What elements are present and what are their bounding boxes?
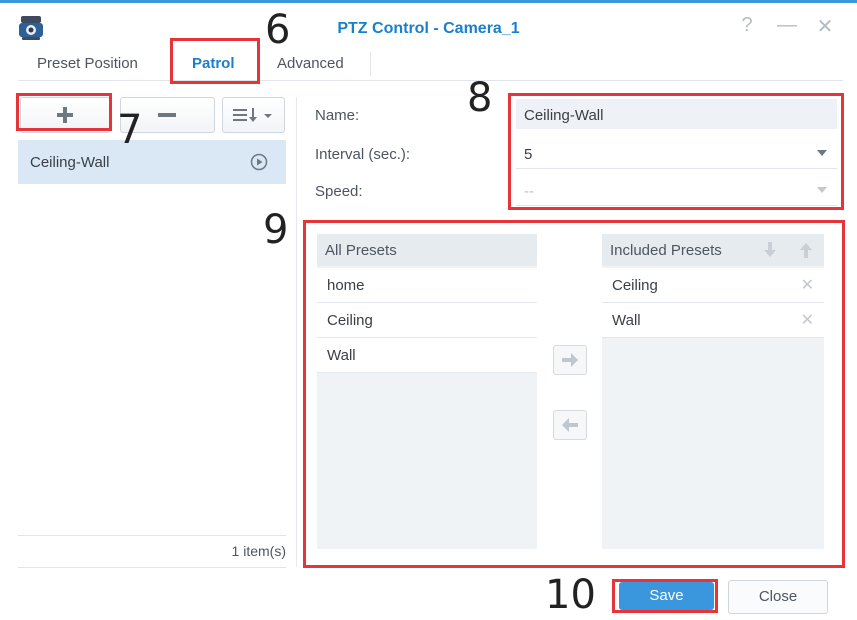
interval-label: Interval (sec.): [315, 146, 411, 163]
sort-button[interactable] [222, 97, 285, 133]
callout-number: 9 [263, 207, 289, 253]
callout-number: 6 [265, 7, 291, 53]
tab-separator [370, 52, 371, 76]
list-item-patrol[interactable]: Ceiling-Wall [18, 140, 286, 184]
play-circle-icon[interactable] [250, 153, 268, 171]
sort-icon [233, 108, 272, 122]
tabs-divider [18, 80, 843, 81]
close-button[interactable]: Close [728, 580, 828, 614]
patrol-name-label: Ceiling-Wall [30, 154, 110, 171]
minimize-button[interactable]: — [775, 14, 799, 37]
window-title: PTZ Control - Camera_1 [337, 20, 520, 37]
name-label: Name: [315, 107, 360, 124]
tab-preset-position[interactable]: Preset Position [37, 55, 138, 72]
callout-frame [612, 579, 718, 613]
callout-number: 8 [467, 75, 493, 121]
tab-advanced[interactable]: Advanced [277, 55, 344, 72]
help-button[interactable]: ? [735, 14, 759, 37]
chevron-down-icon [264, 114, 272, 118]
callout-frame [508, 93, 844, 210]
list-footer-divider [18, 535, 286, 536]
callout-frame [303, 220, 845, 568]
window-top-accent-line [0, 0, 857, 3]
close-window-button[interactable]: ✕ [813, 14, 837, 39]
minus-icon [158, 113, 176, 117]
callout-number: 7 [117, 107, 143, 153]
callout-number: 10 [545, 572, 596, 618]
left-panel-bottom-line [18, 567, 286, 568]
callout-frame [16, 93, 112, 131]
item-count: 1 item(s) [231, 543, 286, 559]
callout-frame [170, 38, 260, 84]
speed-label: Speed: [315, 183, 363, 200]
panel-divider [296, 97, 297, 567]
